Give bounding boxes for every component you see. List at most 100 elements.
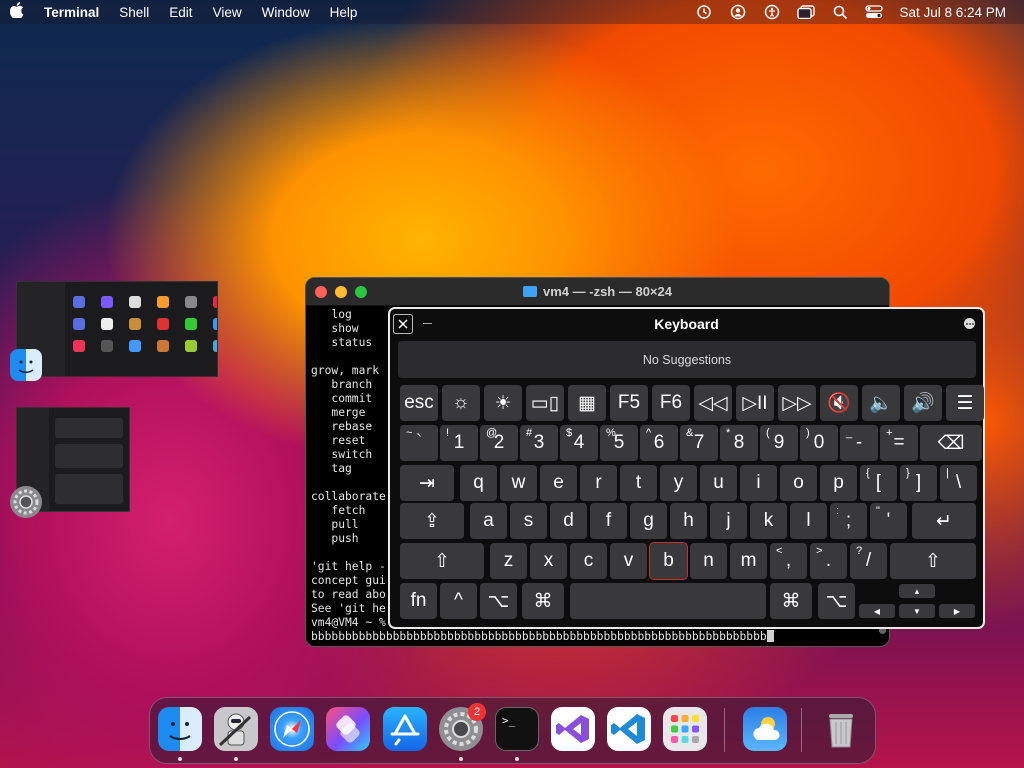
key-n[interactable]: n xyxy=(690,543,727,579)
menu-view[interactable]: View xyxy=(203,5,252,20)
key-delete[interactable]: ⌫ xyxy=(920,425,982,461)
f6-key[interactable]: F6 xyxy=(652,385,690,421)
menu-app-name[interactable]: Terminal xyxy=(34,5,109,20)
brightness-down-key[interactable]: ☼ xyxy=(442,385,480,421)
key-num-10[interactable]: ) 0 xyxy=(800,425,838,461)
keyboard-viewer[interactable]: Keyboard No Suggestions esc ☼ ☀ ▭▯ ▦ F5 F6 ◁◁ ▷I… xyxy=(388,307,985,629)
key-s[interactable]: s xyxy=(510,503,547,539)
terminal-icon[interactable]: >_ xyxy=(495,707,539,751)
space-key[interactable] xyxy=(570,583,766,619)
tab-key[interactable]: ⇥ xyxy=(400,465,454,501)
key-num-12[interactable]: + = xyxy=(880,425,918,461)
fn-key[interactable]: fn xyxy=(400,583,437,619)
zoom-window-button[interactable] xyxy=(355,286,367,298)
automator-icon[interactable] xyxy=(214,707,258,751)
key-num-1[interactable]: ! 1 xyxy=(440,425,478,461)
up-arrow-key[interactable]: ▲ xyxy=(899,584,935,598)
system-settings-icon[interactable] xyxy=(10,486,42,518)
menu-window[interactable]: Window xyxy=(252,5,320,20)
key-g[interactable]: g xyxy=(630,503,667,539)
left-arrow-key[interactable]: ◀ xyxy=(859,604,895,618)
key-period[interactable]: >. xyxy=(810,543,847,579)
safari-icon[interactable] xyxy=(270,707,314,751)
search-icon[interactable] xyxy=(823,0,857,24)
key-j[interactable]: j xyxy=(710,503,747,539)
key-f[interactable]: f xyxy=(590,503,627,539)
control-center-icon[interactable] xyxy=(857,0,891,24)
minimize-icon[interactable] xyxy=(423,323,432,324)
left-option-key[interactable]: ⌥ xyxy=(480,583,517,619)
apple-menu-icon[interactable] xyxy=(0,2,34,22)
launchpad-icon[interactable] xyxy=(663,707,707,751)
more-options-icon[interactable] xyxy=(964,318,975,329)
key-num-8[interactable]: * 8 xyxy=(720,425,758,461)
key-bracket-0[interactable]: {[ xyxy=(860,465,897,501)
fast-forward-key[interactable]: ▷▷ xyxy=(778,385,816,421)
key-c[interactable]: c xyxy=(570,543,607,579)
key-o[interactable]: o xyxy=(780,465,817,501)
right-shift-key[interactable]: ⇧ xyxy=(890,543,976,579)
esc-key[interactable]: esc xyxy=(400,385,438,421)
terminal-title-bar[interactable]: vm4 — -zsh — 80×24 xyxy=(306,278,889,306)
finder-icon[interactable] xyxy=(10,349,42,381)
key-num-6[interactable]: ^ 6 xyxy=(640,425,678,461)
key-r[interactable]: r xyxy=(580,465,617,501)
close-icon[interactable] xyxy=(393,314,413,334)
key-num-7[interactable]: & 7 xyxy=(680,425,718,461)
mute-key[interactable]: 🔇 xyxy=(820,385,858,421)
control-key[interactable]: ^ xyxy=(440,583,477,619)
finder-window-thumbnail[interactable] xyxy=(16,281,218,377)
key-z[interactable]: z xyxy=(490,543,527,579)
return-key[interactable]: ↵ xyxy=(912,503,976,539)
launchpad-key[interactable]: ▦ xyxy=(568,385,606,421)
key-num-4[interactable]: $4 xyxy=(560,425,598,461)
window-icon[interactable] xyxy=(789,0,823,24)
app-store-icon[interactable] xyxy=(383,707,427,751)
volume-down-key[interactable]: 🔈 xyxy=(862,385,900,421)
key-num-11[interactable]: _ - xyxy=(840,425,878,461)
key-comma[interactable]: <, xyxy=(770,543,807,579)
key-bracket-2[interactable]: | \ xyxy=(940,465,977,501)
key-num-5[interactable]: % 5 xyxy=(600,425,638,461)
menu-help[interactable]: Help xyxy=(320,5,368,20)
key-quote[interactable]: " ' xyxy=(870,503,907,539)
key-i[interactable]: i xyxy=(740,465,777,501)
play-pause-key[interactable]: ▷II xyxy=(736,385,774,421)
right-arrow-key[interactable]: ▶ xyxy=(939,604,975,618)
caps-lock-key[interactable]: ⇪ xyxy=(400,503,464,539)
key-num-2[interactable]: @2 xyxy=(480,425,518,461)
close-window-button[interactable] xyxy=(315,286,327,298)
key-num-0[interactable]: ~ ` xyxy=(400,425,438,461)
finder-icon[interactable] xyxy=(158,707,202,751)
rewind-key[interactable]: ◁◁ xyxy=(694,385,732,421)
volume-up-key[interactable]: 🔊 xyxy=(904,385,942,421)
key-a[interactable]: a xyxy=(470,503,507,539)
left-shift-key[interactable]: ⇧ xyxy=(400,543,484,579)
key-num-9[interactable]: (9 xyxy=(760,425,798,461)
vscode-icon[interactable] xyxy=(607,707,651,751)
key-u[interactable]: u xyxy=(700,465,737,501)
down-arrow-key[interactable]: ▼ xyxy=(899,604,935,618)
accessibility-icon[interactable] xyxy=(755,0,789,24)
right-command-key[interactable]: ⌘ xyxy=(770,583,812,619)
key-bracket-1[interactable]: }] xyxy=(900,465,937,501)
menu-key[interactable]: ☰ xyxy=(946,385,984,421)
key-slash[interactable]: ? / xyxy=(850,543,887,579)
key-b[interactable]: b xyxy=(649,542,688,580)
key-q[interactable]: q xyxy=(460,465,497,501)
key-d[interactable]: d xyxy=(550,503,587,539)
user-icon[interactable] xyxy=(721,0,755,24)
key-e[interactable]: e xyxy=(540,465,577,501)
f5-key[interactable]: F5 xyxy=(610,385,648,421)
brightness-up-key[interactable]: ☀ xyxy=(484,385,522,421)
right-option-key[interactable]: ⌥ xyxy=(818,583,855,619)
key-l[interactable]: l xyxy=(790,503,827,539)
weather-icon[interactable] xyxy=(743,707,787,751)
menu-edit[interactable]: Edit xyxy=(159,5,202,20)
menu-shell[interactable]: Shell xyxy=(109,5,159,20)
key-p[interactable]: p xyxy=(820,465,857,501)
keyboard-title-bar[interactable]: Keyboard xyxy=(390,309,983,339)
key-num-3[interactable]: #3 xyxy=(520,425,558,461)
key-t[interactable]: t xyxy=(620,465,657,501)
key-semicolon[interactable]: :; xyxy=(830,503,867,539)
